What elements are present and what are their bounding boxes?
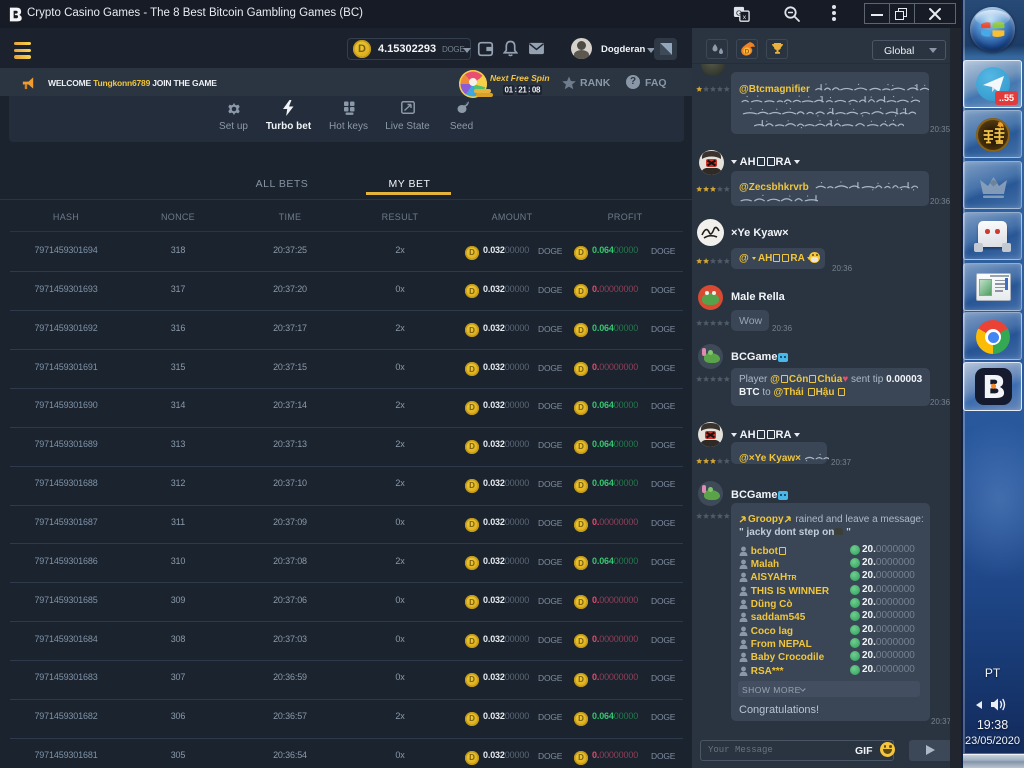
svg-text:D: D — [745, 48, 750, 55]
svg-text:G: G — [736, 8, 742, 17]
